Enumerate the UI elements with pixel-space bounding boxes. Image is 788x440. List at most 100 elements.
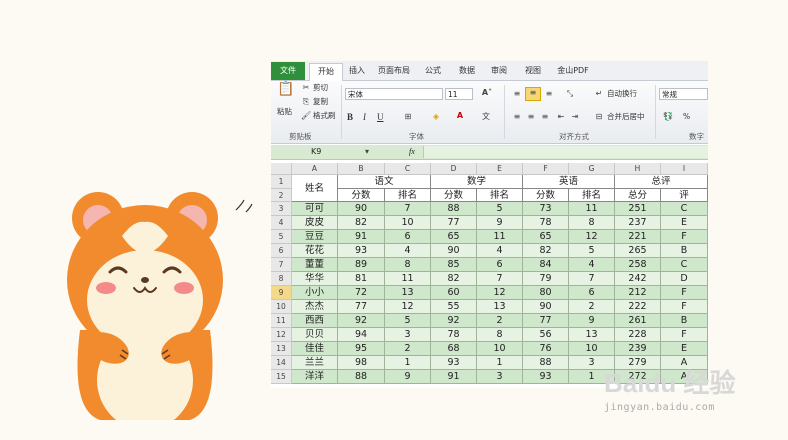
column-header[interactable]: C [385, 163, 431, 175]
column-header[interactable]: A [292, 163, 338, 175]
tab-insert[interactable]: 插入 [344, 63, 370, 79]
tab-view[interactable]: 视图 [521, 63, 545, 79]
decrease-indent-icon[interactable]: ⇤ [555, 112, 567, 122]
row-header[interactable]: 9 [271, 286, 292, 300]
row-header[interactable]: 3 [271, 202, 292, 216]
table-cell[interactable]: 78 [523, 216, 569, 230]
table-cell[interactable]: F [661, 300, 708, 314]
table-cell[interactable]: 95 [338, 342, 385, 356]
table-cell[interactable]: 79 [523, 272, 569, 286]
header-overall[interactable]: 总评 [615, 175, 708, 189]
table-cell[interactable]: C [661, 258, 708, 272]
insert-function-button[interactable]: fx [409, 145, 415, 159]
borders-icon[interactable]: ⊞ [401, 112, 415, 122]
table-cell[interactable]: 88 [338, 370, 385, 384]
chevron-down-icon[interactable]: ▾ [363, 147, 371, 157]
table-cell[interactable]: 92 [338, 314, 385, 328]
table-cell[interactable]: 9 [569, 314, 615, 328]
table-cell[interactable]: C [661, 202, 708, 216]
table-cell[interactable]: 82 [338, 216, 385, 230]
table-cell[interactable]: D [661, 272, 708, 286]
table-cell[interactable]: 93 [523, 370, 569, 384]
header-grade[interactable]: 评 [661, 189, 708, 202]
tab-formulas[interactable]: 公式 [421, 63, 445, 79]
table-cell[interactable]: 7 [385, 202, 431, 216]
row-header[interactable]: 6 [271, 244, 292, 258]
table-cell[interactable]: 皮皮 [292, 216, 338, 230]
table-cell[interactable]: 杰杰 [292, 300, 338, 314]
table-cell[interactable]: 76 [523, 342, 569, 356]
table-cell[interactable]: 77 [523, 314, 569, 328]
table-cell[interactable]: 7 [477, 272, 523, 286]
orientation-icon[interactable]: ⤡ [563, 89, 577, 99]
table-cell[interactable]: 98 [338, 356, 385, 370]
table-cell[interactable]: 5 [569, 244, 615, 258]
row-header[interactable]: 11 [271, 314, 292, 328]
table-cell[interactable]: 6 [385, 230, 431, 244]
table-cell[interactable]: 董董 [292, 258, 338, 272]
wrap-text-button[interactable]: 自动换行 [607, 88, 637, 100]
table-cell[interactable]: 10 [385, 216, 431, 230]
table-cell[interactable]: 258 [615, 258, 661, 272]
table-cell[interactable]: 11 [569, 202, 615, 216]
align-center-icon[interactable]: ≡ [525, 112, 537, 122]
table-cell[interactable]: 265 [615, 244, 661, 258]
table-cell[interactable]: F [661, 328, 708, 342]
table-cell[interactable]: 68 [431, 342, 477, 356]
table-cell[interactable]: 82 [431, 272, 477, 286]
table-cell[interactable]: 90 [338, 202, 385, 216]
row-header[interactable]: 7 [271, 258, 292, 272]
merge-center-button[interactable]: 合并后居中 [607, 111, 645, 123]
table-cell[interactable]: 84 [523, 258, 569, 272]
paste-button[interactable]: 粘贴 [277, 106, 292, 118]
table-cell[interactable]: 12 [385, 300, 431, 314]
table-cell[interactable]: 239 [615, 342, 661, 356]
table-cell[interactable]: 92 [431, 314, 477, 328]
table-cell[interactable]: 豆豆 [292, 230, 338, 244]
table-cell[interactable]: 85 [431, 258, 477, 272]
font-name-select[interactable]: 宋体 [345, 88, 443, 100]
table-cell[interactable]: 4 [569, 258, 615, 272]
table-cell[interactable]: 222 [615, 300, 661, 314]
tab-review[interactable]: 审阅 [487, 63, 511, 79]
table-cell[interactable]: 93 [431, 356, 477, 370]
row-header[interactable]: 14 [271, 356, 292, 370]
paste-icon[interactable]: 📋 [277, 82, 295, 104]
column-header[interactable]: D [431, 163, 477, 175]
column-header[interactable]: F [523, 163, 569, 175]
table-cell[interactable]: 2 [477, 314, 523, 328]
table-cell[interactable]: 5 [477, 202, 523, 216]
table-cell[interactable]: 88 [431, 202, 477, 216]
row-header[interactable]: 4 [271, 216, 292, 230]
table-cell[interactable]: 11 [385, 272, 431, 286]
table-cell[interactable]: 65 [431, 230, 477, 244]
table-cell[interactable]: 12 [569, 230, 615, 244]
align-middle-icon[interactable]: ≡ [525, 87, 541, 101]
header-name[interactable]: 姓名 [292, 175, 338, 202]
name-box[interactable]: K9 [271, 145, 371, 159]
column-header[interactable]: I [661, 163, 708, 175]
table-cell[interactable]: 9 [477, 216, 523, 230]
table-cell[interactable]: 55 [431, 300, 477, 314]
table-cell[interactable]: 78 [431, 328, 477, 342]
table-cell[interactable]: 88 [523, 356, 569, 370]
table-cell[interactable]: 261 [615, 314, 661, 328]
table-cell[interactable]: 89 [338, 258, 385, 272]
table-cell[interactable]: 77 [338, 300, 385, 314]
header-rank[interactable]: 排名 [385, 189, 431, 202]
formula-input[interactable] [423, 146, 708, 158]
table-cell[interactable]: 西西 [292, 314, 338, 328]
table-cell[interactable]: 91 [431, 370, 477, 384]
underline-button[interactable]: U [377, 111, 384, 123]
tab-kingsoft-pdf[interactable]: 金山PDF [553, 63, 593, 79]
table-cell[interactable]: 8 [385, 258, 431, 272]
table-cell[interactable]: 221 [615, 230, 661, 244]
table-cell[interactable]: 小小 [292, 286, 338, 300]
table-cell[interactable]: 可可 [292, 202, 338, 216]
table-cell[interactable]: 13 [385, 286, 431, 300]
select-all-corner[interactable] [271, 163, 292, 175]
row-header[interactable]: 15 [271, 370, 292, 384]
table-cell[interactable]: 73 [523, 202, 569, 216]
table-cell[interactable]: E [661, 216, 708, 230]
table-cell[interactable]: 13 [477, 300, 523, 314]
